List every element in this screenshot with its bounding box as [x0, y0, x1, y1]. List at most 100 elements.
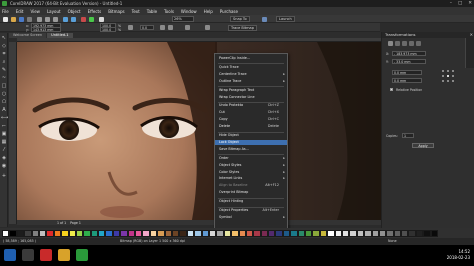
rectangle-tool-icon[interactable]: □ [1, 83, 7, 89]
menu-file[interactable]: File [2, 9, 9, 14]
context-menu-item[interactable]: Delete Delete [215, 124, 287, 129]
color-swatch[interactable] [297, 229, 306, 237]
color-swatch[interactable] [245, 229, 254, 237]
color-swatch[interactable] [171, 229, 180, 237]
smart-fill-icon[interactable]: ◉ [1, 163, 7, 169]
skew-mode-icon[interactable] [416, 41, 421, 46]
color-swatch[interactable] [393, 229, 402, 237]
x-value-field[interactable]: - 183,973 mm [392, 51, 426, 56]
context-menu-item[interactable]: Internet Links ▸ [215, 176, 287, 181]
color-swatch[interactable] [9, 229, 17, 237]
crop-bitmap-icon[interactable] [205, 25, 210, 30]
lock-ratio-icon[interactable] [128, 25, 133, 30]
color-swatch[interactable] [268, 229, 276, 237]
page-counter[interactable]: 1 of 1 [57, 221, 66, 225]
page-tab[interactable]: Page 1 [70, 221, 81, 225]
color-swatch[interactable] [216, 229, 224, 237]
h-offset-field[interactable]: 0,0 mm [392, 70, 422, 75]
y-value-field[interactable]: - 33,0 mm [392, 59, 426, 64]
close-button[interactable]: ✕ [468, 1, 472, 6]
freehand-tool-icon[interactable]: ✎ [1, 67, 7, 73]
browser-icon[interactable] [40, 249, 52, 261]
minimize-button[interactable]: – [450, 1, 452, 6]
color-swatch[interactable] [2, 229, 10, 237]
position-mode-icon[interactable] [388, 41, 393, 46]
color-swatch[interactable] [430, 229, 439, 237]
connector-tool-icon[interactable]: ⌐ [1, 123, 7, 129]
context-menu-item[interactable]: Lock Object [215, 139, 287, 145]
color-swatch[interactable] [179, 229, 187, 237]
color-swatch[interactable] [282, 229, 291, 237]
menu-help[interactable]: Help [204, 9, 213, 14]
maximize-button[interactable]: □ [458, 1, 462, 6]
trace-bitmap-button[interactable]: Trace Bitmap [228, 25, 257, 31]
coreldraw-taskbar-icon[interactable] [76, 249, 88, 261]
launch-button[interactable]: Launch [276, 16, 295, 22]
color-swatch[interactable] [127, 229, 136, 237]
size-mode-icon[interactable] [409, 41, 414, 46]
color-swatch[interactable] [68, 229, 76, 237]
copy-icon[interactable] [45, 16, 50, 22]
color-swatch[interactable] [253, 229, 261, 237]
print-icon[interactable] [27, 16, 32, 22]
export-icon[interactable] [89, 16, 94, 22]
color-swatch[interactable] [356, 229, 365, 237]
color-swatch[interactable] [75, 229, 84, 237]
drop-shadow-icon[interactable]: ▣ [1, 131, 7, 137]
context-menu-item[interactable]: Symbol ▸ [215, 215, 287, 220]
parallel-dimension-icon[interactable]: ⟷ [1, 115, 8, 121]
color-swatch[interactable] [31, 229, 39, 237]
context-menu-item[interactable]: Object Hinting [215, 199, 287, 204]
color-swatch[interactable] [186, 229, 195, 237]
paste-icon[interactable] [53, 16, 58, 22]
open-folder-icon[interactable] [11, 16, 16, 22]
import-icon[interactable] [81, 16, 86, 22]
color-swatch[interactable] [312, 229, 320, 237]
text-tool-icon[interactable]: A [1, 107, 7, 113]
zoom-tool-icon[interactable]: ⌕ [1, 59, 7, 65]
file-explorer-icon[interactable] [58, 249, 70, 261]
color-swatch[interactable] [327, 229, 335, 237]
eyedropper-icon[interactable]: ⁄ [1, 147, 7, 153]
context-menu-item[interactable]: Centerline Trace ▸ [215, 72, 287, 77]
snap-to-button[interactable]: Snap To [230, 16, 250, 22]
polygon-tool-icon[interactable]: ⬠ [1, 99, 7, 105]
interactive-fill-icon[interactable]: ◈ [1, 155, 7, 161]
drawing-canvas[interactable] [17, 42, 381, 220]
color-swatch[interactable] [415, 229, 424, 237]
color-swatch[interactable] [378, 229, 387, 237]
relative-position-checkbox[interactable] [390, 88, 393, 91]
transparency-tool-icon[interactable]: ▦ [1, 139, 7, 145]
context-menu-item[interactable]: Hide Object [215, 133, 287, 138]
context-menu-item[interactable]: Wrap Paragraph Text [215, 88, 287, 93]
options-gear-icon[interactable] [262, 16, 267, 22]
scale-height-field[interactable]: 100,0 [100, 27, 116, 32]
color-swatch[interactable] [208, 229, 217, 237]
menu-table[interactable]: Table [147, 9, 157, 14]
color-swatch[interactable] [260, 229, 269, 237]
color-swatch[interactable] [275, 229, 283, 237]
v-offset-field[interactable]: 0,0 mm [392, 78, 422, 83]
menu-layout[interactable]: Layout [47, 9, 61, 14]
rotate-mode-icon[interactable] [395, 41, 400, 46]
apply-button[interactable]: Apply [412, 143, 434, 148]
context-menu-item[interactable]: Wrap Connector Line [215, 95, 287, 100]
context-menu-item[interactable]: Overprint Bitmap [215, 190, 287, 195]
color-swatch[interactable] [201, 229, 209, 237]
undo-icon[interactable] [63, 16, 68, 22]
menu-tools[interactable]: Tools [164, 9, 174, 14]
color-swatch[interactable] [90, 229, 99, 237]
color-swatch[interactable] [16, 229, 25, 237]
shape-tool-icon[interactable]: ◇ [1, 43, 7, 49]
copies-field[interactable]: 1 [402, 133, 414, 138]
menu-window[interactable]: Window [181, 9, 197, 14]
scale-mode-icon[interactable] [402, 41, 407, 46]
redo-icon[interactable] [71, 16, 76, 22]
context-menu-item[interactable]: Copy Ctrl+C [215, 117, 287, 122]
search-icon[interactable] [22, 249, 34, 261]
context-menu-item[interactable]: Color Styles ▸ [215, 170, 287, 175]
vertical-ruler[interactable] [9, 42, 17, 224]
color-swatch[interactable] [231, 229, 239, 237]
bitmap-photo[interactable] [17, 42, 381, 220]
color-swatch[interactable] [290, 229, 298, 237]
